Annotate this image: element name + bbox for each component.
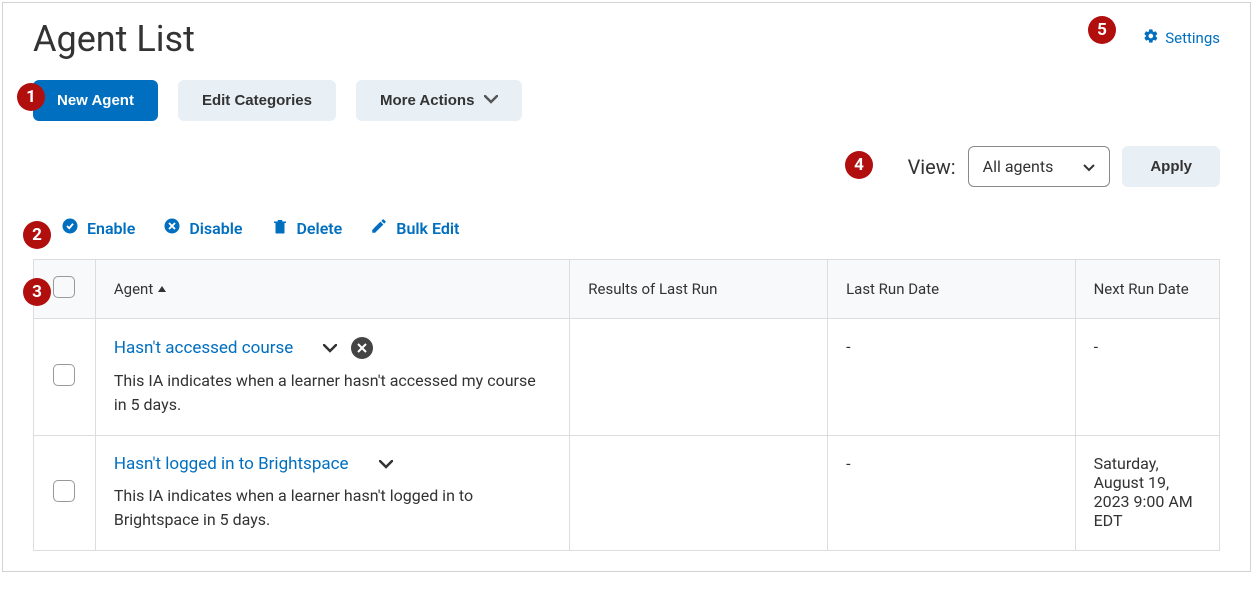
select-all-checkbox[interactable] <box>53 276 75 298</box>
table-row: Hasn't accessed course This IA indicates… <box>34 319 1220 436</box>
annotation-badge-5: 5 <box>1088 16 1116 44</box>
agent-description: This IA indicates when a learner hasn't … <box>114 484 551 532</box>
bulk-edit-label: Bulk Edit <box>396 219 459 238</box>
more-actions-button[interactable]: More Actions <box>356 80 522 121</box>
apply-button[interactable]: Apply <box>1122 146 1220 187</box>
column-header-last-run: Last Run Date <box>828 260 1076 319</box>
cell-next-run: - <box>1075 319 1219 436</box>
gear-icon <box>1143 28 1159 48</box>
agent-name-link[interactable]: Hasn't logged in to Brightspace <box>114 454 349 474</box>
settings-label: Settings <box>1165 29 1220 47</box>
cell-last-run: - <box>828 319 1076 436</box>
delete-label: Delete <box>297 219 343 238</box>
agent-name-link[interactable]: Hasn't accessed course <box>114 338 293 358</box>
table-row: Hasn't logged in to Brightspace This IA … <box>34 436 1220 551</box>
agents-table: Agent Results of Last Run Last Run Date … <box>33 259 1220 551</box>
view-select[interactable]: All agents <box>968 146 1111 187</box>
bulk-edit-action[interactable]: Bulk Edit <box>370 217 459 239</box>
view-label: View: <box>908 155 956 179</box>
settings-link[interactable]: Settings <box>1143 28 1220 48</box>
cell-next-run: Saturday, August 19, 2023 9:00 AM EDT <box>1075 436 1219 551</box>
trash-icon <box>271 217 289 239</box>
annotation-badge-3: 3 <box>23 278 51 306</box>
row-checkbox[interactable] <box>53 364 75 386</box>
disabled-icon <box>351 337 373 359</box>
column-header-next-run: Next Run Date <box>1075 260 1219 319</box>
disable-action[interactable]: Disable <box>163 217 242 239</box>
cell-results <box>570 436 828 551</box>
enable-label: Enable <box>87 219 135 238</box>
annotation-badge-4: 4 <box>845 151 873 179</box>
view-selected-value: All agents <box>983 157 1054 176</box>
check-circle-icon <box>61 217 79 239</box>
cell-last-run: - <box>828 436 1076 551</box>
column-header-results: Results of Last Run <box>570 260 828 319</box>
more-actions-label: More Actions <box>380 92 474 109</box>
cell-results <box>570 319 828 436</box>
chevron-down-icon <box>1083 157 1095 176</box>
chevron-down-icon[interactable] <box>379 455 393 474</box>
sort-ascending-icon <box>157 280 167 298</box>
enable-action[interactable]: Enable <box>61 217 135 239</box>
chevron-down-icon[interactable] <box>323 339 337 358</box>
annotation-badge-1: 1 <box>17 83 45 111</box>
page-title: Agent List <box>33 18 195 60</box>
disable-label: Disable <box>189 219 242 238</box>
annotation-badge-2: 2 <box>23 221 51 249</box>
pencil-icon <box>370 217 388 239</box>
row-checkbox[interactable] <box>53 480 75 502</box>
delete-action[interactable]: Delete <box>271 217 343 239</box>
x-circle-icon <box>163 217 181 239</box>
agent-description: This IA indicates when a learner hasn't … <box>114 369 551 417</box>
edit-categories-button[interactable]: Edit Categories <box>178 80 336 121</box>
column-header-agent[interactable]: Agent <box>114 280 153 298</box>
new-agent-button[interactable]: New Agent <box>33 80 158 121</box>
chevron-down-icon <box>484 92 498 109</box>
